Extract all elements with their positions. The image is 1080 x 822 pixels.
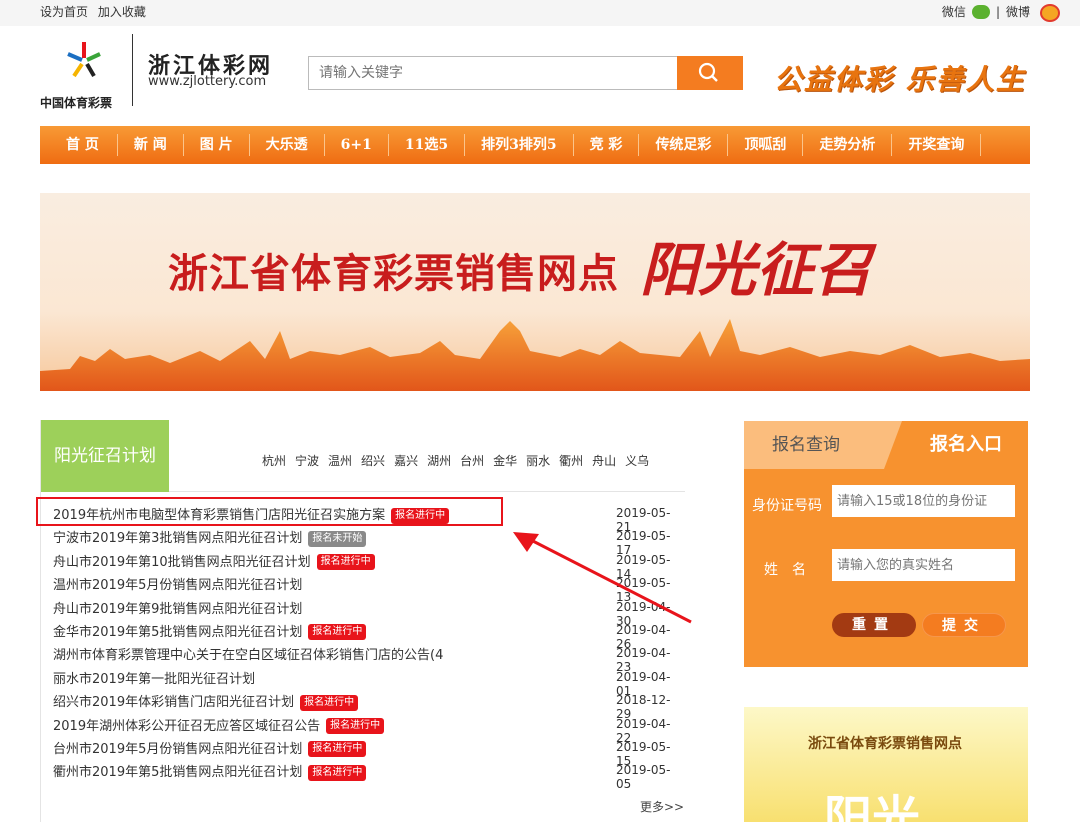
list-item-title[interactable]: 舟山市2019年第10批销售网点阳光征召计划 [53,555,311,570]
list-item-title-wrap[interactable]: 2019年湖州体彩公开征召无应答区域征召公告 报名进行中 [53,715,385,735]
list-item-title[interactable]: 绍兴市2019年体彩销售门店阳光征召计划 [53,695,294,710]
site-url: www.zjlottery.com [148,74,267,89]
status-badge: 报名进行中 [308,741,367,758]
list-item-title-wrap[interactable]: 金华市2019年第5批销售网点阳光征召计划 报名进行中 [53,621,367,641]
tab-registration-entry[interactable]: 报名入口 [884,421,1028,469]
lottery-star-icon [67,42,101,78]
city-link[interactable]: 湖州 [427,452,451,469]
list-item[interactable]: 丽水市2019年第一批阳光征召计划 2019-04-01 [53,666,685,698]
id-number-field[interactable] [832,485,1015,517]
main-nav: 首 页 新 闻 图 片 大乐透 6+1 11选5 排列3排列5 竞 彩 传统足彩… [40,126,1030,164]
header: 中国体育彩票 浙江体彩网 www.zjlottery.com 公益体彩 乐善人生 [0,26,1080,126]
registration-panel: 报名查询 报名入口 身份证号码 姓 名 重置 提交 [744,421,1028,667]
list-item-title[interactable]: 舟山市2019年第9批销售网点阳光征召计划 [53,598,302,617]
city-link[interactable]: 衢州 [559,452,583,469]
city-link[interactable]: 丽水 [526,452,550,469]
side-banner[interactable]: 浙江省体育彩票销售网点 阳光 [744,707,1028,822]
city-link[interactable]: 义乌 [625,452,649,469]
list-item-title[interactable]: 宁波市2019年第3批销售网点阳光征召计划 [53,531,302,546]
lottery-logo[interactable]: 中国体育彩票 [40,38,132,110]
city-link[interactable]: 宁波 [295,452,319,469]
name-label: 姓 名 [764,562,806,578]
tab-recruit-plan[interactable]: 阳光征召计划 [41,420,169,492]
nav-item-11x5[interactable]: 11选5 [389,134,466,156]
list-item[interactable]: 2019年湖州体彩公开征召无应答区域征召公告 报名进行中 2019-04-22 [53,713,685,745]
status-badge: 报名进行中 [326,718,385,735]
nav-item-jingcai[interactable]: 竞 彩 [574,134,640,156]
set-home-link[interactable]: 设为首页 [40,5,88,19]
nav-item-news[interactable]: 新 闻 [118,134,184,156]
banner-title: 浙江省体育彩票销售网点 [168,250,619,297]
nav-item-pictures[interactable]: 图 片 [184,134,250,156]
status-badge: 报名进行中 [308,624,367,641]
city-link[interactable]: 嘉兴 [394,452,418,469]
list-item-date: 2019-05-05 [616,763,671,792]
nav-item-trend[interactable]: 走势分析 [803,134,893,156]
weibo-icon[interactable] [1040,4,1060,22]
wechat-link[interactable]: 微信 [942,3,966,20]
logo-text: 中国体育彩票 [40,96,113,110]
more-link[interactable]: 更多>> [640,798,684,815]
city-link[interactable]: 金华 [493,452,517,469]
reset-button[interactable]: 重置 [832,613,916,637]
banner-calligraphy: 阳光征召 [640,236,873,304]
city-link[interactable]: 台州 [460,452,484,469]
city-skyline-graphic [40,319,1030,391]
recruit-panel-header: 阳光征召计划 杭州 宁波 温州 绍兴 嘉兴 湖州 台州 金华 丽水 衢州 舟山 … [41,420,685,492]
nav-item-scratch[interactable]: 顶呱刮 [728,134,804,156]
list-item[interactable]: 绍兴市2019年体彩销售门店阳光征召计划 报名进行中 2018-12-29 [53,689,685,721]
list-item[interactable]: 衢州市2019年第5批销售网点阳光征召计划 报名进行中 2019-05-05 [53,759,685,791]
red-arrow-icon [513,532,692,624]
list-item-title-wrap[interactable]: 宁波市2019年第3批销售网点阳光征召计划 报名未开始 [53,527,367,547]
bookmark-link[interactable]: 加入收藏 [98,5,146,19]
list-item-title-wrap[interactable]: 舟山市2019年第10批销售网点阳光征召计划 报名进行中 [53,551,375,571]
separator: | [995,4,1000,19]
side-banner-text: 浙江省体育彩票销售网点 [808,736,962,752]
list-item-title[interactable]: 湖州市体育彩票管理中心关于在空白区域征召体彩销售门店的公告(4 [53,644,443,663]
city-filter: 杭州 宁波 温州 绍兴 嘉兴 湖州 台州 金华 丽水 衢州 舟山 义乌 [262,452,649,469]
nav-item-pailie[interactable]: 排列3排列5 [465,134,574,156]
nav-item-football[interactable]: 传统足彩 [639,134,729,156]
status-badge: 报名进行中 [300,694,359,711]
status-badge: 报名进行中 [308,764,367,781]
side-banner-calligraphy: 阳光 [824,791,921,822]
tab-registration-query[interactable]: 报名查询 [744,421,884,469]
list-item-title-wrap[interactable]: 衢州市2019年第5批销售网点阳光征召计划 报名进行中 [53,761,367,781]
search-button[interactable] [677,56,743,90]
top-bar: 设为首页 加入收藏 微信 | 微博 [0,0,1080,26]
logo-divider [132,34,133,106]
search-input[interactable] [309,57,678,89]
weibo-link[interactable]: 微博 [1006,3,1030,20]
list-item[interactable]: 湖州市体育彩票管理中心关于在空白区域征召体彩销售门店的公告(4 2019-04-2… [53,642,685,674]
list-item-title[interactable]: 金华市2019年第5批销售网点阳光征召计划 [53,625,302,640]
nav-item-daletou[interactable]: 大乐透 [250,134,325,156]
status-badge: 报名未开始 [308,530,367,547]
city-link[interactable]: 杭州 [262,452,286,469]
list-item-title-wrap[interactable]: 绍兴市2019年体彩销售门店阳光征召计划 报名进行中 [53,691,359,711]
list-item-title[interactable]: 衢州市2019年第5批销售网点阳光征召计划 [53,765,302,780]
city-link[interactable]: 温州 [328,452,352,469]
list-item-title[interactable]: 台州市2019年5月份销售网点阳光征召计划 [53,742,302,757]
slogan: 公益体彩 乐善人生 [774,63,1026,96]
nav-item-home[interactable]: 首 页 [40,134,118,156]
city-link[interactable]: 舟山 [592,452,616,469]
list-item-title[interactable]: 2019年湖州体彩公开征召无应答区域征召公告 [53,719,320,734]
city-link[interactable]: 绍兴 [361,452,385,469]
list-item-title[interactable]: 温州市2019年5月份销售网点阳光征召计划 [53,574,302,593]
main-banner[interactable]: 浙江省体育彩票销售网点 阳光征召 [40,193,1030,391]
search-box [308,56,678,90]
list-item-title[interactable]: 丽水市2019年第一批阳光征召计划 [53,668,255,687]
list-item-title-wrap[interactable]: 台州市2019年5月份销售网点阳光征召计划 报名进行中 [53,738,367,758]
id-label: 身份证号码 [752,498,822,514]
search-icon [698,62,718,82]
name-field[interactable] [832,549,1015,581]
list-item[interactable]: 台州市2019年5月份销售网点阳光征召计划 报名进行中 2019-05-15 [53,736,685,768]
submit-button[interactable]: 提交 [922,613,1006,637]
nav-item-draw-results[interactable]: 开奖查询 [892,134,982,156]
registration-tabs: 报名查询 报名入口 [744,421,1028,469]
highlight-box [36,497,503,526]
status-badge: 报名进行中 [316,554,375,571]
wechat-icon[interactable] [971,4,990,19]
nav-item-6plus1[interactable]: 6+1 [325,134,389,156]
